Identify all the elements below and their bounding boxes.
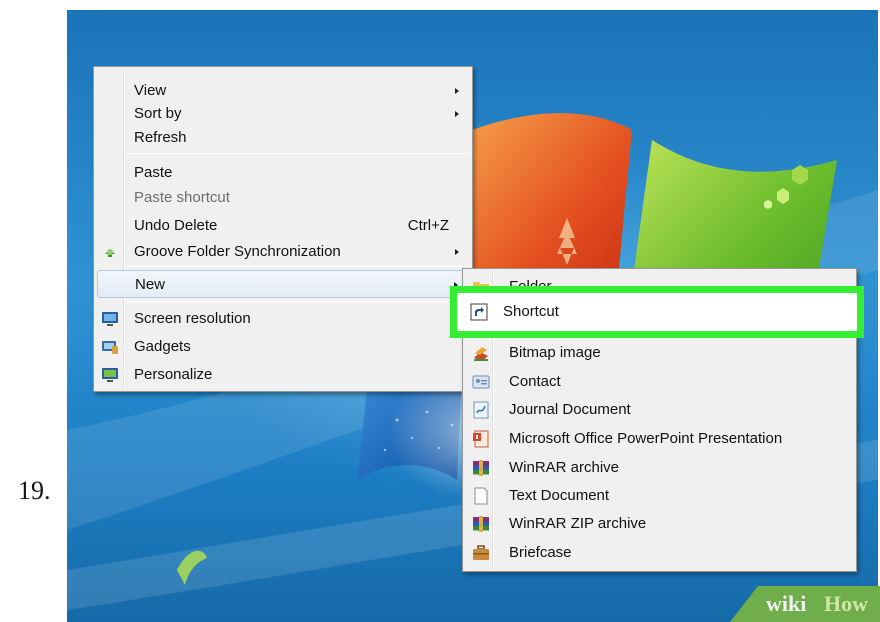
submenu-item-winrar-zip[interactable]: WinRAR ZIP archive <box>466 510 853 538</box>
shortcut-key-label: Ctrl+Z <box>407 217 449 234</box>
personalize-icon <box>101 366 119 384</box>
submenu-item-text-document[interactable]: Text Document <box>466 482 853 510</box>
menu-item-gadgets[interactable]: Gadgets <box>97 333 469 361</box>
submenu-arrow-icon <box>455 111 459 117</box>
menu-item-screen-resolution[interactable]: Screen resolution <box>97 305 469 333</box>
menu-item-groove-folder-sync[interactable]: Groove Folder Synchronization <box>97 238 469 266</box>
menu-item-new[interactable]: New <box>97 270 469 298</box>
submenu-item-winrar-archive[interactable]: WinRAR archive <box>466 454 853 482</box>
menu-separator <box>127 301 469 302</box>
monitor-icon <box>101 310 119 328</box>
menu-item-paste[interactable]: Paste <box>97 159 469 187</box>
winrar-zip-icon <box>472 515 490 533</box>
groove-icon <box>101 243 119 261</box>
submenu-arrow-icon <box>455 249 459 255</box>
menu-item-refresh[interactable]: Refresh <box>97 124 469 152</box>
menu-item-paste-shortcut[interactable]: Paste shortcut <box>97 184 469 212</box>
text-document-icon <box>472 487 490 505</box>
submenu-item-journal-document[interactable]: Journal Document <box>466 396 853 424</box>
paint-icon <box>472 344 490 362</box>
contact-card-icon <box>472 373 490 391</box>
step-number: 19. <box>18 476 51 505</box>
submenu-item-powerpoint[interactable]: Microsoft Office PowerPoint Presentation <box>466 425 853 453</box>
submenu-item-shortcut[interactable]: Shortcut <box>457 293 857 331</box>
shortcut-icon <box>470 303 488 321</box>
menu-item-personalize[interactable]: Personalize <box>97 361 469 389</box>
submenu-arrow-icon <box>455 88 459 94</box>
gadgets-icon <box>101 338 119 356</box>
menu-separator <box>127 153 469 154</box>
menu-separator <box>127 266 469 267</box>
journal-icon <box>472 401 490 419</box>
briefcase-icon <box>472 544 490 562</box>
desktop-context-menu: View Sort by Refresh Paste Paste shortcu… <box>93 66 473 392</box>
submenu-item-briefcase[interactable]: Briefcase <box>466 539 853 567</box>
submenu-item-bitmap-image[interactable]: Bitmap image <box>466 339 853 367</box>
powerpoint-icon <box>472 430 490 448</box>
winrar-icon <box>472 459 490 477</box>
submenu-item-contact[interactable]: Contact <box>466 368 853 396</box>
menu-item-undo-delete[interactable]: Undo Delete Ctrl+Z <box>97 212 469 240</box>
